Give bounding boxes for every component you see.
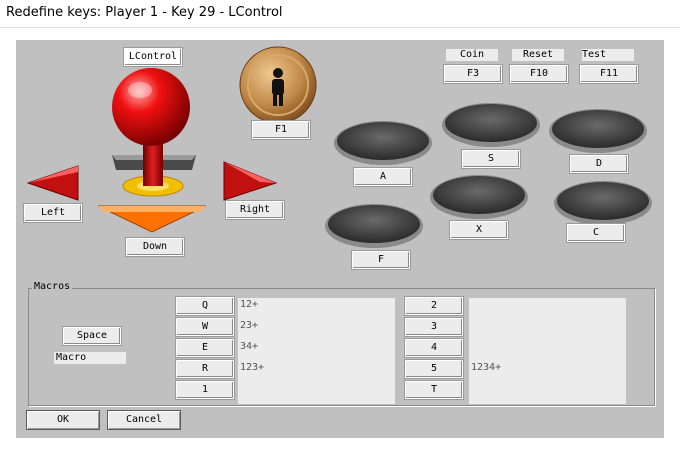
button-s-icon xyxy=(442,103,540,147)
macro-left-value-2: 23+ xyxy=(240,320,259,331)
down-key-field[interactable]: Down xyxy=(126,238,184,256)
joystick-icon xyxy=(112,68,196,197)
button-s-key-field[interactable]: S xyxy=(462,150,520,168)
macro-left-key-5[interactable]: 1 xyxy=(176,381,234,399)
reset-label: Reset xyxy=(512,49,564,61)
macro-left-key-4[interactable]: R xyxy=(176,360,234,378)
button-x-icon xyxy=(430,175,528,219)
button-x-key-field[interactable]: X xyxy=(450,221,508,239)
button-f-icon xyxy=(325,204,423,248)
macro-right-value-3 xyxy=(469,340,626,361)
macro-trigger-key-field[interactable]: Space xyxy=(63,327,121,345)
left-key-field[interactable]: Left xyxy=(24,204,82,222)
right-key-field[interactable]: Right xyxy=(226,201,284,219)
player-start-icon xyxy=(239,46,317,124)
button-c-key-field[interactable]: C xyxy=(567,224,625,242)
macro-right-value-2 xyxy=(469,319,626,340)
macro-left-value-4: 123+ xyxy=(240,362,265,373)
macro-name-label: Macro xyxy=(54,352,126,364)
macro-right-value-1 xyxy=(469,298,626,319)
test-label: Test xyxy=(582,49,634,61)
macro-right-value-4: 1234+ xyxy=(471,362,502,373)
button-d-icon xyxy=(549,109,647,153)
start-key-field[interactable]: F1 xyxy=(252,121,310,139)
coin-key-field[interactable]: F3 xyxy=(444,65,502,83)
button-f-key-field[interactable]: F xyxy=(352,251,410,269)
ok-button[interactable]: OK xyxy=(26,410,100,430)
button-a-key-field[interactable]: A xyxy=(354,168,412,186)
button-c-icon xyxy=(554,181,652,225)
macro-left-value-3: 34+ xyxy=(240,341,259,352)
macro-left-key-2[interactable]: W xyxy=(176,318,234,336)
macro-right-key-4[interactable]: 5 xyxy=(405,360,463,378)
test-key-field[interactable]: F11 xyxy=(580,65,638,83)
reset-key-field[interactable]: F10 xyxy=(510,65,568,83)
macro-right-key-3[interactable]: 4 xyxy=(405,339,463,357)
button-a-icon xyxy=(334,121,432,165)
joystick-button-key-field[interactable]: LControl xyxy=(124,48,182,66)
macro-right-key-2[interactable]: 3 xyxy=(405,318,463,336)
macro-left-sequence-area[interactable]: 12+ 23+ 34+ 123+ xyxy=(238,298,395,404)
macro-left-key-3[interactable]: E xyxy=(176,339,234,357)
coin-label: Coin xyxy=(446,49,498,61)
macro-left-value-1: 12+ xyxy=(240,299,259,310)
macro-right-key-1[interactable]: 2 xyxy=(405,297,463,315)
macros-title: Macros xyxy=(32,281,73,292)
macro-right-key-5[interactable]: T xyxy=(405,381,463,399)
macro-left-key-1[interactable]: Q xyxy=(176,297,234,315)
cancel-button[interactable]: Cancel xyxy=(107,410,181,430)
button-d-key-field[interactable]: D xyxy=(570,155,628,173)
macro-right-sequence-area[interactable]: 1234+ xyxy=(469,298,626,404)
